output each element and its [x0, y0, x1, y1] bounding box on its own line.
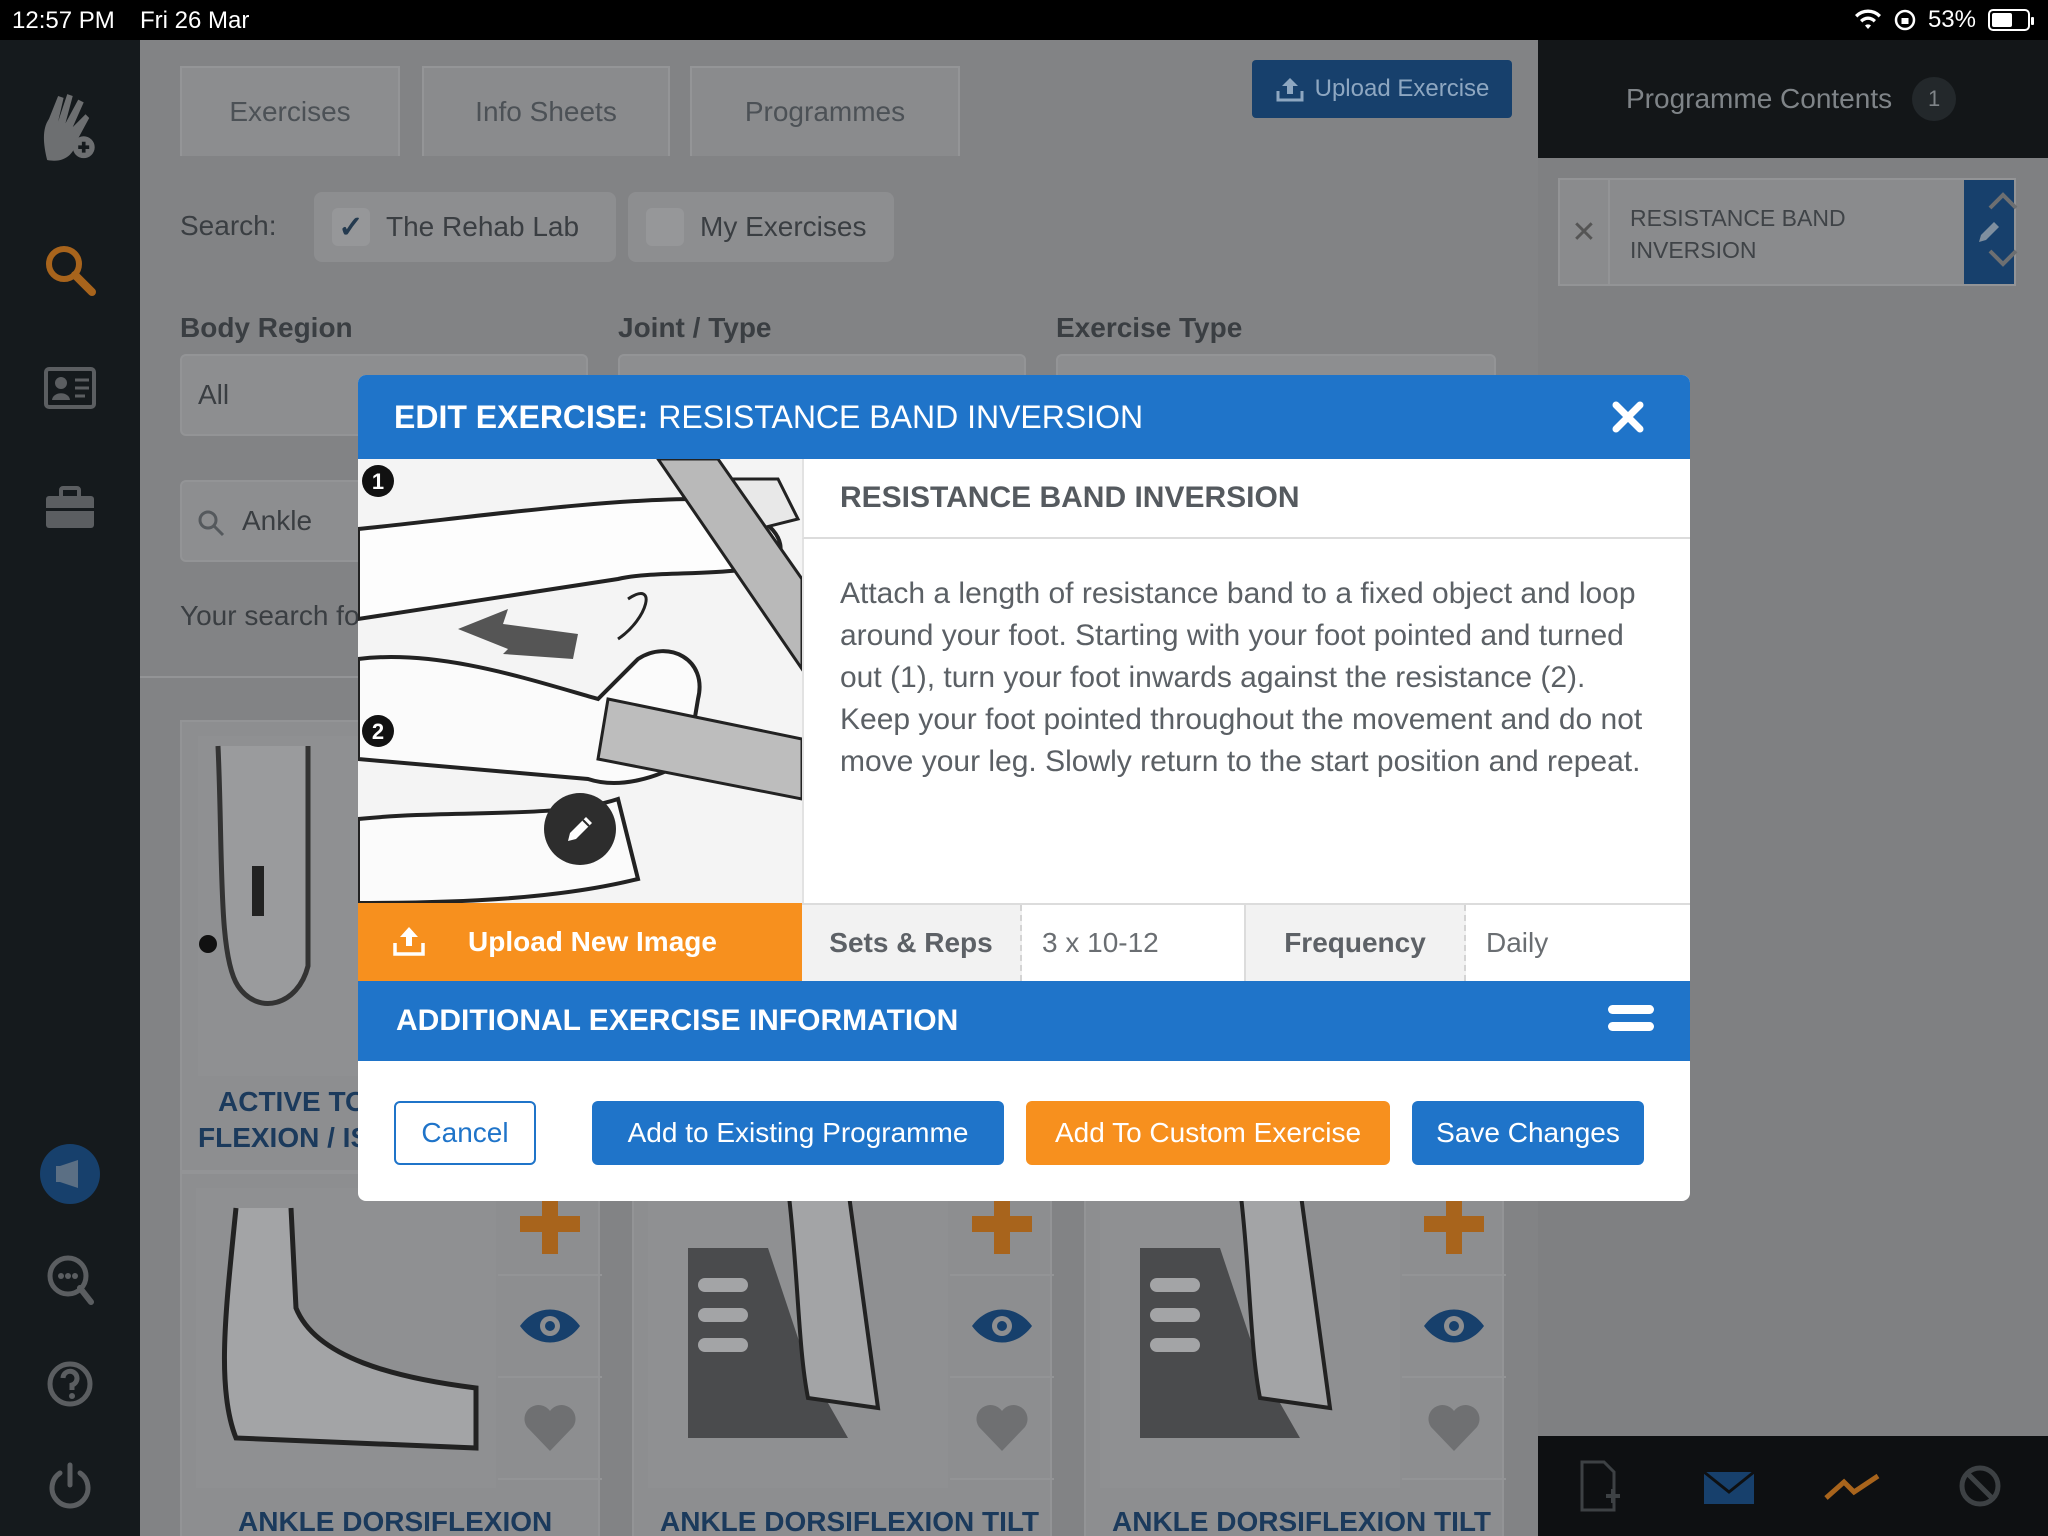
help-icon[interactable] [38, 1352, 102, 1416]
exercise-card[interactable]: ANKLE DORSIFLEXION TILT [1084, 1172, 1506, 1536]
modal-header: EDIT EXERCISE: RESISTANCE BAND INVERSION [358, 375, 1690, 459]
programme-item[interactable]: ✕ RESISTANCE BAND INVERSION [1558, 178, 2016, 286]
favourite-heart-icon[interactable] [950, 1378, 1054, 1480]
reorder-arrows [1978, 178, 2028, 288]
card-actions [950, 1174, 1054, 1480]
left-nav [0, 40, 140, 1536]
programme-title: Programme Contents [1626, 83, 1893, 114]
activity-icon[interactable] [1824, 1472, 1880, 1502]
upload-icon [393, 927, 425, 956]
card-title-line1: ACTIVE TO [218, 1086, 367, 1117]
exercise-parameters: Sets & Reps 3 x 10-12 Frequency Daily [802, 903, 1690, 981]
programme-actions-bar [1538, 1436, 2048, 1536]
exercise-title[interactable]: RESISTANCE BAND INVERSION [802, 459, 1690, 539]
tab-info-sheets[interactable]: Info Sheets [422, 66, 670, 156]
exercise-thumbnail [1100, 1187, 1400, 1488]
rehab-lab-checkbox[interactable]: ✓ The Rehab Lab [314, 192, 616, 262]
modal-header-name: RESISTANCE BAND INVERSION [658, 398, 1144, 435]
exercise-description[interactable]: Attach a length of resistance band to a … [802, 539, 1690, 903]
sets-reps-label: Sets & Reps [802, 905, 1022, 981]
email-icon[interactable] [1702, 1470, 1756, 1506]
chat-icon[interactable] [38, 1248, 102, 1312]
modal-header-prefix: EDIT EXERCISE: [394, 398, 649, 435]
search-icon[interactable] [38, 238, 102, 302]
programme-count-badge: 1 [1912, 77, 1957, 121]
card-title-line2: FLEXION / IS [198, 1122, 370, 1153]
battery-percent: 53% [1927, 6, 1976, 33]
app-logo-icon[interactable] [38, 80, 102, 176]
exercise-type-label: Exercise Type [1056, 312, 1243, 343]
status-right: 53% [1854, 6, 2034, 34]
tab-exercises[interactable]: Exercises [180, 66, 400, 156]
exercise-thumbnail [648, 1187, 948, 1488]
block-icon[interactable] [1958, 1464, 2002, 1508]
step-1-label: 1 [372, 469, 384, 494]
my-exercises-label: My Exercises [700, 211, 867, 242]
chevron-up-icon[interactable] [1978, 178, 2028, 228]
app-screen: 12:57 PM Fri 26 Mar 53% Exercises Info S… [0, 0, 2048, 1536]
status-bar: 12:57 PM Fri 26 Mar 53% [0, 0, 2048, 40]
upload-exercise-label: Upload Exercise [1314, 75, 1490, 102]
programme-item-name: RESISTANCE BAND INVERSION [1630, 205, 1846, 263]
briefcase-icon[interactable] [38, 476, 102, 540]
close-icon[interactable] [1606, 395, 1650, 439]
card-actions [498, 1174, 602, 1480]
chevron-down-icon[interactable] [1978, 233, 2028, 283]
card-actions [1402, 1174, 1506, 1480]
favourite-heart-icon[interactable] [498, 1378, 602, 1480]
rotation-lock-icon [1894, 9, 1916, 31]
contact-card-icon[interactable] [38, 356, 102, 420]
card-title: ANKLE DORSIFLEXION TILT [660, 1506, 1040, 1536]
add-to-custom-exercise-button[interactable]: Add To Custom Exercise [1026, 1101, 1390, 1165]
new-document-icon[interactable] [1578, 1460, 1622, 1512]
frequency-input[interactable]: Daily [1466, 905, 1690, 981]
upload-new-image-label: Upload New Image [468, 926, 717, 957]
battery-icon [1988, 9, 2034, 31]
exercise-image: 1 2 [358, 459, 802, 903]
upload-new-image-button[interactable]: Upload New Image [358, 903, 802, 981]
edit-exercise-modal: EDIT EXERCISE: RESISTANCE BAND INVERSION… [358, 375, 1690, 1201]
status-time: 12:57 PM [12, 7, 115, 34]
search-label: Search: [180, 210, 277, 241]
step-2-label: 2 [372, 719, 384, 744]
favourite-heart-icon[interactable] [1402, 1378, 1506, 1480]
cancel-button[interactable]: Cancel [394, 1101, 536, 1165]
upload-exercise-button[interactable]: Upload Exercise [1252, 60, 1512, 118]
body-region-label: Body Region [180, 312, 353, 343]
checkmark-icon: ✓ [332, 208, 370, 246]
additional-info-bar[interactable]: ADDITIONAL EXERCISE INFORMATION [358, 981, 1690, 1061]
card-title: ANKLE DORSIFLEXION TILT [1112, 1506, 1492, 1536]
remove-icon[interactable]: ✕ [1560, 180, 1610, 284]
power-icon[interactable] [38, 1454, 102, 1518]
empty-checkbox-icon [646, 208, 684, 246]
joint-type-label: Joint / Type [618, 312, 772, 343]
frequency-label: Frequency [1246, 905, 1466, 981]
view-eye-icon[interactable] [950, 1276, 1054, 1378]
status-date: Fri 26 Mar [140, 7, 250, 34]
view-eye-icon[interactable] [498, 1276, 602, 1378]
rehab-lab-label: The Rehab Lab [386, 211, 580, 242]
exercise-card[interactable]: ANKLE DORSIFLEXION TILT [632, 1172, 1054, 1536]
search-results-text: Your search fo [180, 600, 360, 631]
tab-programmes[interactable]: Programmes [690, 66, 960, 156]
add-to-existing-programme-button[interactable]: Add to Existing Programme [592, 1101, 1004, 1165]
wifi-icon [1854, 9, 1881, 29]
search-query: Ankle [242, 505, 313, 536]
search-field-icon [198, 510, 225, 537]
expand-menu-icon[interactable] [1608, 1005, 1654, 1039]
exercise-card[interactable]: ANKLE DORSIFLEXION [180, 1172, 602, 1536]
edit-image-pencil-icon[interactable] [544, 793, 616, 865]
view-eye-icon[interactable] [1402, 1276, 1506, 1378]
save-changes-button[interactable]: Save Changes [1412, 1101, 1644, 1165]
sets-reps-input[interactable]: 3 x 10-12 [1022, 905, 1246, 981]
exercise-thumbnail [196, 1188, 496, 1488]
programme-header: Programme Contents 1 [1538, 40, 2048, 158]
my-exercises-checkbox[interactable]: My Exercises [628, 192, 894, 262]
additional-info-label: ADDITIONAL EXERCISE INFORMATION [396, 1004, 959, 1037]
upload-icon [1276, 78, 1304, 102]
announcement-icon[interactable] [38, 1142, 102, 1206]
card-title: ANKLE DORSIFLEXION [238, 1506, 553, 1536]
